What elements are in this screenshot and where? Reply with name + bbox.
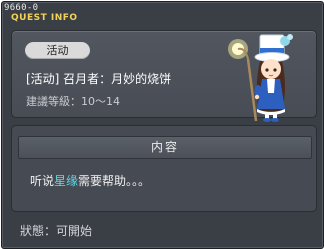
content-header: 内容 xyxy=(18,136,312,159)
quest-id: 9660-0 xyxy=(4,3,39,13)
npc-name-link[interactable]: 星缘 xyxy=(54,174,78,188)
status-label: 狀態： xyxy=(20,224,57,238)
quest-content-panel: 内容 听说星缘需要帮助。。。 xyxy=(11,125,317,212)
quest-info-window: 9660-0 QUEST INFO 活动 [活动] 召月者：月妙的烧饼 建議等級… xyxy=(1,1,324,249)
window-title: QUEST INFO xyxy=(11,13,78,23)
level-label: 建議等級： xyxy=(26,95,81,108)
level-range: 10～14 xyxy=(81,95,120,108)
status-value: 可開始 xyxy=(56,224,93,238)
quest-status: 狀態：可開始 xyxy=(20,222,92,239)
category-badge: 活动 xyxy=(25,42,90,59)
quest-description: 听说星缘需要帮助。。。 xyxy=(30,174,151,188)
npc-portrait-icon xyxy=(228,34,293,122)
recommended-level: 建議等級：10～14 xyxy=(26,93,120,109)
quest-name: [活动] 召月者：月妙的烧饼 xyxy=(26,72,172,86)
quest-summary-panel: 活动 [活动] 召月者：月妙的烧饼 建議等級：10～14 xyxy=(11,30,317,122)
